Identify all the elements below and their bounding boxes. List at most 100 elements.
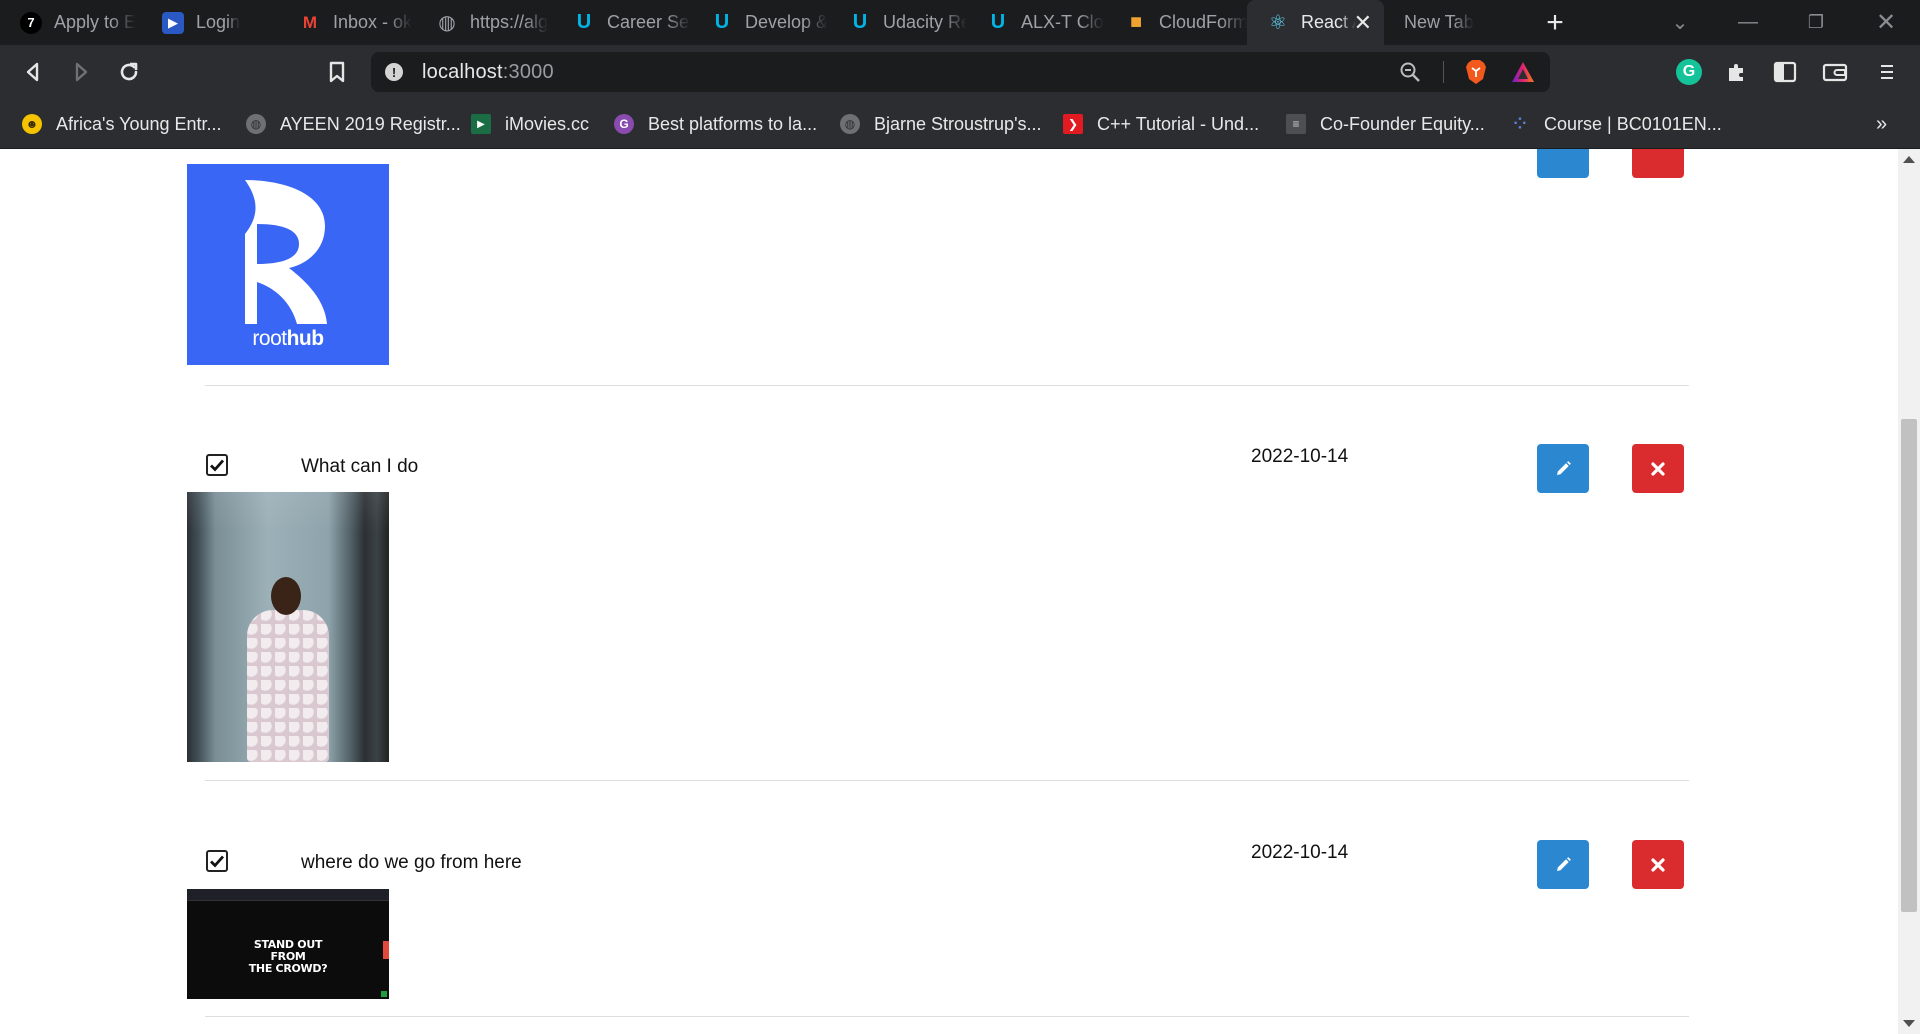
- tab-label: Udacity Re: [883, 12, 967, 32]
- menu-button[interactable]: [1868, 53, 1906, 91]
- todo-text: What can I do: [301, 456, 419, 477]
- tab-develop[interactable]: U Develop &: [691, 0, 829, 45]
- bookmark-icon: [329, 61, 345, 83]
- grammarly-icon: G: [1676, 59, 1702, 85]
- new-tab-button[interactable]: +: [1538, 6, 1572, 40]
- bookmark-item[interactable]: ☻ Africa's Young Entr...: [22, 100, 222, 148]
- todo-image-photo: [187, 492, 389, 762]
- startup-icon: ≡: [1286, 114, 1306, 134]
- reload-icon: [120, 62, 138, 81]
- sidebar-icon: [1773, 61, 1797, 83]
- delete-button[interactable]: [1632, 444, 1684, 493]
- page-scrollbar[interactable]: [1898, 149, 1920, 1034]
- tab-label: https://alg: [470, 12, 549, 32]
- scroll-down-arrow-icon[interactable]: [1903, 1020, 1915, 1027]
- delete-button[interactable]: [1632, 840, 1684, 889]
- imovies-icon: ▶: [471, 114, 491, 134]
- sidebar-button[interactable]: [1766, 53, 1804, 91]
- bookmark-label: iMovies.cc: [505, 113, 590, 134]
- globe-icon: ◍: [840, 114, 860, 134]
- screenshot-headline: STAND OUT FROM THE CROWD?: [248, 938, 328, 975]
- edit-button[interactable]: [1537, 149, 1589, 178]
- bookmark-label: C++ Tutorial - Und...: [1097, 113, 1260, 134]
- back-button[interactable]: [14, 53, 52, 91]
- arrow-logo-icon: ▶: [162, 11, 184, 34]
- back-arrow-icon: [26, 62, 39, 82]
- edit-button[interactable]: [1537, 444, 1589, 493]
- tab-label: New Tab: [1404, 12, 1474, 32]
- logo-wordmark: roothub: [252, 327, 324, 350]
- bookmark-item[interactable]: ▶ iMovies.cc: [471, 100, 589, 148]
- close-x-icon: [1651, 461, 1665, 476]
- brave-shields-icon[interactable]: [1459, 52, 1493, 92]
- tab-cloudformation[interactable]: ■ CloudForm: [1105, 0, 1247, 45]
- bookmark-label: Co-Founder Equity...: [1320, 113, 1485, 134]
- tab-label: Develop &: [745, 12, 829, 32]
- checkmark-icon: [210, 855, 225, 868]
- wallet-button[interactable]: [1816, 53, 1854, 91]
- tab-alg[interactable]: ◍ https://alg: [416, 0, 553, 45]
- grammarly-button[interactable]: G: [1670, 53, 1708, 91]
- wallet-icon: [1822, 63, 1848, 82]
- tab-label: ALX-T Clo: [1021, 12, 1104, 32]
- todo-page: roothub What can I do 2022-10-14 where d…: [0, 149, 1898, 1034]
- url-text: localhost:3000: [422, 61, 554, 83]
- tab-career[interactable]: U Career Serv: [553, 0, 691, 45]
- udacity-icon: U: [990, 11, 1006, 33]
- todo-checkbox[interactable]: [206, 850, 228, 872]
- tab-react-app[interactable]: ⚛ React A ✕: [1247, 0, 1384, 45]
- scroll-thumb[interactable]: [1901, 419, 1917, 912]
- address-bar[interactable]: ! localhost:3000: [371, 52, 1550, 92]
- browser-toolbar: ! localhost:3000 G: [0, 45, 1920, 100]
- todo-image-screenshot: STAND OUT FROM THE CROWD?: [187, 889, 389, 999]
- forward-arrow-icon: [75, 62, 88, 82]
- reload-button[interactable]: [110, 53, 148, 91]
- bookmark-label: Africa's Young Entr...: [56, 113, 222, 134]
- bookmark-item[interactable]: ◍ AYEEN 2019 Registr...: [246, 100, 461, 148]
- tab-label: Career Serv: [607, 12, 691, 32]
- bookmark-item[interactable]: ⁘ Course | BC0101EN...: [1510, 100, 1721, 148]
- react-icon: ⚛: [1269, 12, 1287, 34]
- udacity-icon: U: [714, 11, 730, 33]
- bookmark-label: AYEEN 2019 Registr...: [280, 113, 461, 134]
- globe-icon: ◍: [438, 12, 456, 34]
- tab-label: Inbox - ok: [333, 12, 413, 32]
- browser-tab-strip: 7 Apply to E ▶ Login M Inbox - ok ◍ http…: [0, 0, 1920, 45]
- tab-new-tab[interactable]: New Tab: [1384, 0, 1518, 45]
- item-divider: [205, 385, 1689, 386]
- puzzle-icon: [1729, 64, 1743, 81]
- close-window-icon[interactable]: ✕: [1858, 0, 1914, 45]
- tab-apply[interactable]: 7 Apply to E: [0, 0, 142, 45]
- bookmark-item[interactable]: ≡ Co-Founder Equity...: [1286, 100, 1485, 148]
- hamburger-menu-icon: [1881, 65, 1893, 79]
- todo-checkbox[interactable]: [206, 454, 228, 476]
- bookmarks-overflow-icon[interactable]: »: [1876, 100, 1887, 148]
- brave-rewards-icon[interactable]: [1506, 52, 1540, 92]
- site-info-icon[interactable]: !: [385, 63, 403, 81]
- item-divider: [205, 1016, 1689, 1017]
- tab-search-chevron-icon[interactable]: ⌄: [1652, 0, 1708, 45]
- scroll-up-arrow-icon[interactable]: [1903, 156, 1915, 163]
- tab-alxt[interactable]: U ALX-T Clo: [967, 0, 1105, 45]
- delete-button[interactable]: [1632, 149, 1684, 178]
- bookmark-button[interactable]: [318, 53, 356, 91]
- extensions-button[interactable]: [1718, 53, 1756, 91]
- minimize-icon[interactable]: —: [1720, 0, 1776, 45]
- forward-button[interactable]: [62, 53, 100, 91]
- bookmark-item[interactable]: ◍ Bjarne Stroustrup's...: [840, 100, 1042, 148]
- close-tab-icon[interactable]: ✕: [1354, 10, 1372, 36]
- todo-text: where do we go from here: [301, 852, 522, 873]
- tab-udacity-review[interactable]: U Udacity Re: [829, 0, 967, 45]
- tab-inbox[interactable]: M Inbox - ok: [279, 0, 416, 45]
- tab-login[interactable]: ▶ Login: [142, 0, 279, 45]
- zoom-icon[interactable]: [1393, 52, 1427, 92]
- bookmarks-bar: ☻ Africa's Young Entr... ◍ AYEEN 2019 Re…: [0, 100, 1920, 149]
- bookmark-item[interactable]: ❯ C++ Tutorial - Und...: [1063, 100, 1259, 148]
- edit-button[interactable]: [1537, 840, 1589, 889]
- restore-icon[interactable]: ❐: [1788, 0, 1844, 45]
- bookmark-item[interactable]: G Best platforms to la...: [614, 100, 817, 148]
- bookmark-label: Best platforms to la...: [648, 113, 818, 134]
- udacity-icon: U: [852, 11, 868, 33]
- item-divider: [205, 780, 1689, 781]
- bookmark-label: Bjarne Stroustrup's...: [874, 113, 1042, 134]
